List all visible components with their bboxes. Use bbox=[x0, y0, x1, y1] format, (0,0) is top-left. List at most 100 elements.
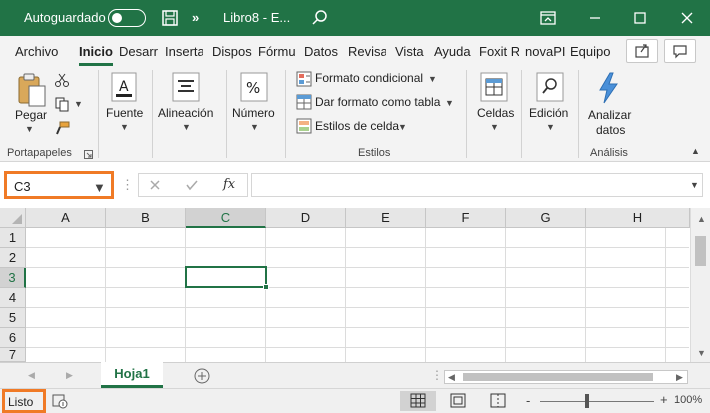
font-caret[interactable]: ▼ bbox=[120, 122, 129, 132]
editing-label[interactable]: Edición bbox=[529, 106, 568, 120]
row-header-6[interactable]: 6 bbox=[0, 328, 26, 348]
cell-styles-button[interactable]: Estilos de celda bbox=[315, 119, 399, 133]
column-header-h[interactable]: H bbox=[586, 208, 690, 228]
name-box[interactable]: C3 ▼ bbox=[4, 171, 114, 199]
search-icon[interactable] bbox=[310, 8, 330, 28]
column-header-d[interactable]: D bbox=[266, 208, 346, 228]
cell-styles-caret[interactable]: ▼ bbox=[398, 122, 407, 132]
formula-input[interactable]: ▼ bbox=[251, 173, 703, 197]
zoom-slider[interactable] bbox=[540, 401, 654, 402]
tab-splitter-icon[interactable]: ⋮ bbox=[431, 368, 443, 382]
format-painter-icon[interactable] bbox=[54, 120, 70, 136]
next-sheet-icon[interactable]: ▶ bbox=[66, 370, 73, 381]
column-header-b[interactable]: B bbox=[106, 208, 186, 228]
scroll-up-icon[interactable]: ▲ bbox=[697, 214, 706, 224]
horizontal-scroll-thumb[interactable] bbox=[463, 373, 653, 381]
format-table-button[interactable]: Dar formato como tabla bbox=[315, 95, 440, 109]
scroll-left-icon[interactable]: ◀ bbox=[448, 372, 455, 383]
column-header-f[interactable]: F bbox=[426, 208, 506, 228]
share-button[interactable] bbox=[626, 39, 658, 63]
number-caret[interactable]: ▼ bbox=[250, 122, 259, 132]
column-header-g[interactable]: G bbox=[506, 208, 586, 228]
prev-sheet-icon[interactable]: ◀ bbox=[28, 370, 35, 381]
accessibility-icon[interactable] bbox=[52, 393, 68, 409]
cells-icon[interactable] bbox=[480, 72, 508, 102]
select-all-corner[interactable] bbox=[0, 208, 26, 228]
row-header-2[interactable]: 2 bbox=[0, 248, 26, 268]
editing-caret[interactable]: ▼ bbox=[546, 122, 555, 132]
scroll-right-icon[interactable]: ▶ bbox=[676, 372, 683, 383]
tab-datos[interactable]: Datos bbox=[304, 44, 342, 59]
save-icon[interactable] bbox=[160, 8, 180, 28]
vertical-scroll-thumb[interactable] bbox=[695, 236, 706, 266]
scroll-down-icon[interactable]: ▼ bbox=[697, 348, 706, 358]
row-header-1[interactable]: 1 bbox=[0, 228, 26, 248]
tab-equipo[interactable]: Equipo bbox=[570, 44, 610, 59]
expand-formula-caret[interactable]: ▼ bbox=[690, 180, 699, 190]
tab-desarrollador[interactable]: Desarr bbox=[119, 44, 159, 59]
cut-icon[interactable] bbox=[54, 72, 70, 88]
row-header-5[interactable]: 5 bbox=[0, 308, 26, 328]
fill-handle[interactable] bbox=[263, 284, 269, 290]
row-header-4[interactable]: 4 bbox=[0, 288, 26, 308]
vertical-scrollbar[interactable]: ▲ ▼ bbox=[690, 208, 710, 362]
sheet-tab-hoja1[interactable]: Hoja1 bbox=[101, 362, 163, 388]
zoom-slider-knob[interactable] bbox=[585, 394, 589, 408]
quick-access-more[interactable]: » bbox=[192, 10, 199, 25]
minimize-icon[interactable] bbox=[585, 8, 605, 28]
tab-disposicion[interactable]: Dispos bbox=[212, 44, 252, 59]
column-header-c[interactable]: C bbox=[186, 208, 266, 228]
drag-handle-icon[interactable]: ⋮ bbox=[121, 177, 134, 193]
tab-revisar[interactable]: Revisar bbox=[348, 44, 386, 59]
paste-label[interactable]: Pegar bbox=[15, 108, 47, 122]
font-icon[interactable]: A bbox=[111, 72, 137, 102]
close-icon[interactable] bbox=[677, 8, 697, 28]
collapse-ribbon-icon[interactable]: ▲ bbox=[691, 146, 700, 156]
maximize-icon[interactable] bbox=[630, 8, 650, 28]
conditional-format-button[interactable]: Formato condicional bbox=[315, 71, 423, 85]
column-header-a[interactable]: A bbox=[26, 208, 106, 228]
autosave-toggle[interactable] bbox=[108, 9, 146, 27]
paste-caret[interactable]: ▼ bbox=[25, 124, 34, 134]
zoom-out-button[interactable]: - bbox=[526, 393, 530, 408]
tab-formulas[interactable]: Fórmu bbox=[258, 44, 296, 59]
cancel-icon[interactable] bbox=[149, 179, 161, 191]
tab-insertar[interactable]: Insertar bbox=[165, 44, 203, 59]
cells-caret[interactable]: ▼ bbox=[490, 122, 499, 132]
name-box-caret[interactable]: ▼ bbox=[93, 180, 106, 195]
tab-vista[interactable]: Vista bbox=[395, 44, 425, 59]
align-icon[interactable] bbox=[172, 72, 200, 102]
row-header-7[interactable]: 7 bbox=[0, 348, 26, 362]
copy-caret[interactable]: ▼ bbox=[74, 99, 83, 109]
page-break-button[interactable] bbox=[480, 391, 516, 411]
copy-icon[interactable] bbox=[54, 96, 70, 112]
column-header-e[interactable]: E bbox=[346, 208, 426, 228]
tab-ayuda[interactable]: Ayuda bbox=[434, 44, 474, 59]
font-label[interactable]: Fuente bbox=[106, 106, 143, 120]
alignment-caret[interactable]: ▼ bbox=[182, 122, 191, 132]
row-header-3[interactable]: 3 bbox=[0, 268, 26, 288]
comments-button[interactable] bbox=[664, 39, 696, 63]
normal-view-button[interactable] bbox=[400, 391, 436, 411]
tab-archivo[interactable]: Archivo bbox=[15, 44, 61, 59]
add-sheet-icon[interactable] bbox=[193, 367, 211, 385]
tab-inicio[interactable]: Inicio bbox=[79, 44, 113, 59]
analyze-data-icon[interactable] bbox=[596, 72, 620, 104]
paste-icon[interactable] bbox=[16, 72, 48, 108]
tab-foxit[interactable]: Foxit R bbox=[479, 44, 519, 59]
analyze-data-label-line1[interactable]: Analizar bbox=[588, 108, 631, 122]
tab-novapi[interactable]: novaPI bbox=[525, 44, 565, 59]
active-cell[interactable] bbox=[185, 266, 267, 288]
percent-icon[interactable]: % bbox=[240, 72, 268, 102]
conditional-format-caret[interactable]: ▼ bbox=[428, 74, 437, 84]
alignment-label[interactable]: Alineación bbox=[158, 106, 213, 120]
ribbon-display-icon[interactable] bbox=[538, 8, 558, 28]
format-table-caret[interactable]: ▼ bbox=[445, 98, 454, 108]
horizontal-scrollbar[interactable]: ◀ ▶ bbox=[444, 370, 688, 384]
zoom-level[interactable]: 100% bbox=[674, 394, 702, 406]
insert-function-button[interactable]: fx bbox=[223, 177, 235, 192]
page-layout-button[interactable] bbox=[440, 391, 476, 411]
name-box-value[interactable]: C3 bbox=[14, 179, 31, 194]
enter-icon[interactable] bbox=[185, 179, 199, 191]
analyze-data-label-line2[interactable]: datos bbox=[596, 123, 625, 137]
